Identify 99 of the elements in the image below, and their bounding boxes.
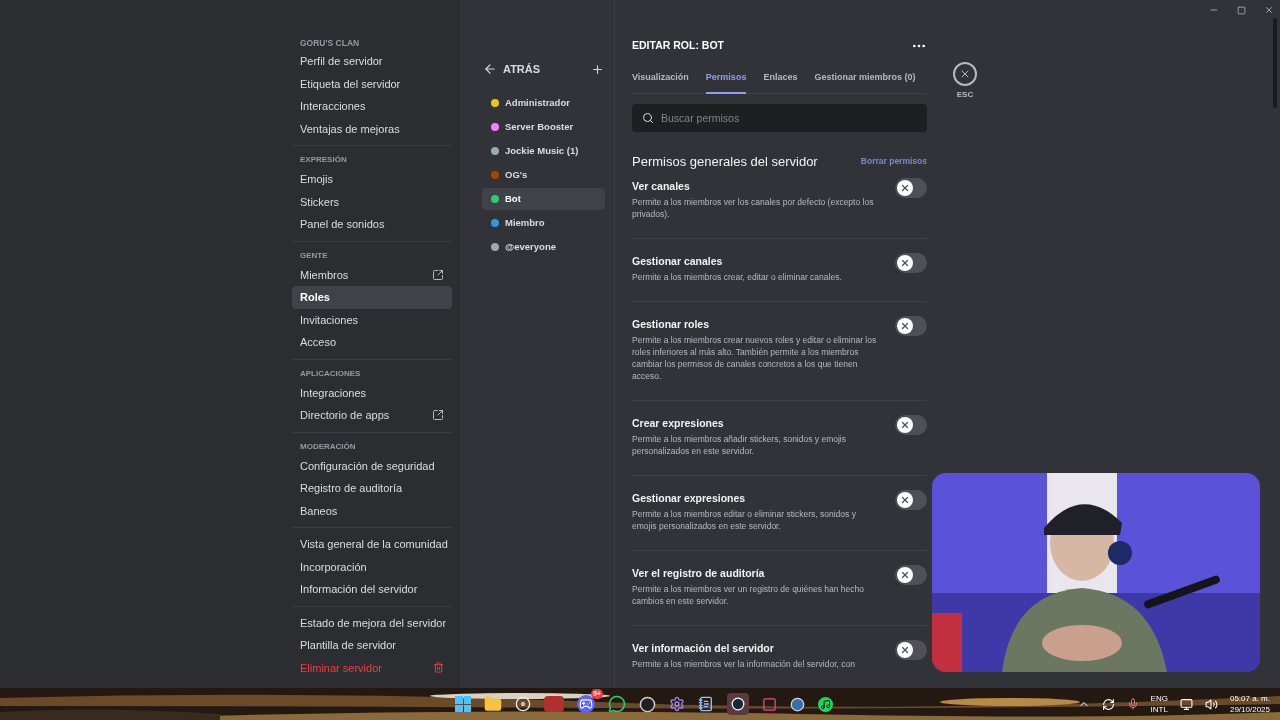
x-icon bbox=[900, 320, 910, 331]
permission-description: Permite a los miembros ver un registro de quiénes han hecho cambios en este servidor. bbox=[632, 582, 865, 607]
role-item[interactable]: Miembro bbox=[482, 212, 605, 234]
language-label[interactable]: ENG bbox=[1150, 693, 1168, 704]
sidebar-item[interactable]: Configuración de seguridad bbox=[292, 454, 452, 477]
permission-name: Gestionar roles bbox=[632, 316, 711, 332]
sidebar-item[interactable]: Etiqueta del servidor bbox=[292, 72, 452, 95]
permission-description: Permite a los miembros añadir stickers, sonidos y emojis personalizados en este servidor. bbox=[632, 432, 847, 457]
sidebar-item[interactable]: Perfil de servidor bbox=[292, 50, 452, 73]
search-field[interactable]: Buscar permisos bbox=[632, 104, 927, 132]
recorder-icon[interactable] bbox=[639, 695, 656, 713]
permission-description: Permite a los miembros ver la información del servidor, con bbox=[632, 657, 856, 670]
permission-description: Permite a los miembros crear nuevos roles y editar o eliminar los roles inferiores al más alto. También permite a los miembros cambiar los permisos de canales concretos a los que tienen acceso. bbox=[632, 333, 878, 382]
x-icon bbox=[900, 569, 910, 580]
external-link-icon bbox=[432, 268, 444, 281]
sidebar-item[interactable]: Plantilla de servidor bbox=[292, 634, 452, 657]
sidebar-item[interactable]: Panel de sonidos bbox=[292, 213, 452, 236]
x-icon bbox=[900, 419, 910, 430]
x-icon bbox=[900, 644, 910, 655]
display-icon[interactable] bbox=[1179, 697, 1193, 711]
sidebar-item[interactable]: Integraciones bbox=[292, 381, 452, 404]
permission-description: Permite a los miembros editar o eliminar stickers, sonidos y emojis personalizados en este servidor. bbox=[632, 507, 857, 532]
sidebar-item[interactable]: Stickers bbox=[292, 190, 452, 213]
maximize-icon[interactable] bbox=[1237, 5, 1246, 15]
sidebar-item[interactable]: Incorporación bbox=[292, 555, 452, 578]
role-item[interactable]: Bot bbox=[482, 188, 605, 210]
message-app-icon[interactable] bbox=[608, 695, 626, 713]
sync-icon[interactable] bbox=[1101, 697, 1115, 711]
permission-name: Ver información del servidor bbox=[632, 640, 775, 656]
editor-title: EDITAR ROL: BOT bbox=[632, 38, 724, 54]
language-label[interactable]: INTL bbox=[1150, 704, 1168, 715]
sidebar-item[interactable]: Ventajas de mejoras bbox=[292, 117, 452, 140]
x-icon bbox=[900, 182, 910, 193]
close-icon bbox=[959, 68, 971, 80]
permission-name: Ver el registro de auditoría bbox=[632, 565, 766, 581]
server-name: GORU'S CLAN bbox=[299, 37, 361, 50]
sidebar-item[interactable]: Información del servidor bbox=[292, 578, 452, 601]
permission-toggle[interactable] bbox=[895, 414, 927, 435]
game-launcher-icon[interactable] bbox=[727, 693, 749, 715]
permission-toggle[interactable] bbox=[895, 489, 927, 510]
role-item[interactable]: @everyone bbox=[482, 236, 605, 258]
trash-icon bbox=[433, 662, 444, 674]
section-heading: MODERACIÓN bbox=[299, 440, 357, 453]
section-heading: GENTE bbox=[299, 249, 329, 262]
permission-toggle[interactable] bbox=[895, 639, 927, 660]
browser-icon[interactable] bbox=[790, 696, 805, 712]
close-button[interactable] bbox=[953, 62, 977, 86]
permission-description: Permite a los miembros crear, editar o eliminar canales. bbox=[632, 270, 843, 283]
clock-time[interactable]: 05:07 a. m. bbox=[1229, 693, 1270, 704]
role-item[interactable]: Server Booster bbox=[482, 116, 605, 138]
section-heading: APLICACIONES bbox=[299, 367, 362, 380]
search-icon bbox=[642, 112, 654, 124]
back-button[interactable]: ATRÁS bbox=[483, 60, 541, 78]
sidebar-item[interactable]: Miembros bbox=[292, 263, 452, 286]
tab[interactable]: Visualización bbox=[632, 67, 689, 94]
permission-toggle[interactable] bbox=[895, 177, 927, 198]
tab[interactable]: Gestionar miembros (0) bbox=[814, 67, 916, 94]
permission-name: Ver canales bbox=[632, 178, 691, 194]
close-label: ESC bbox=[956, 89, 974, 101]
permission-description: Permite a los miembros ver los canales por defecto (excepto los privados). bbox=[632, 195, 875, 220]
sidebar-item[interactable]: Eliminar servidor bbox=[292, 656, 452, 679]
disc-icon[interactable] bbox=[515, 696, 531, 712]
sidebar-item[interactable]: Interacciones bbox=[292, 95, 452, 118]
app-icon[interactable] bbox=[762, 696, 777, 712]
permission-name: Gestionar expresiones bbox=[632, 490, 747, 506]
external-link-icon bbox=[432, 409, 444, 422]
permission-name: Crear expresiones bbox=[632, 415, 725, 431]
tab[interactable]: Permisos bbox=[705, 67, 747, 94]
section-title: Permisos generales del servidor bbox=[632, 153, 818, 171]
clock-date[interactable]: 29/10/2025 bbox=[1229, 704, 1270, 715]
permission-toggle[interactable] bbox=[895, 564, 927, 585]
x-icon bbox=[900, 494, 910, 505]
close-window-icon[interactable] bbox=[1264, 5, 1274, 15]
notepad-icon[interactable] bbox=[698, 696, 714, 712]
gear-icon[interactable] bbox=[669, 696, 685, 712]
role-item[interactable]: Jockie Music (1) bbox=[482, 140, 605, 162]
x-icon bbox=[900, 257, 910, 268]
permission-toggle[interactable] bbox=[895, 315, 927, 336]
sidebar-item[interactable]: Estado de mejora del servidor bbox=[292, 611, 452, 634]
sidebar-item[interactable]: Registro de auditoría bbox=[292, 477, 452, 500]
role-item[interactable]: Administrador bbox=[482, 92, 605, 114]
sidebar-item[interactable]: Emojis bbox=[292, 168, 452, 191]
sidebar-item[interactable]: Directorio de apps bbox=[292, 404, 452, 427]
add-role-icon[interactable] bbox=[591, 62, 604, 76]
role-item[interactable]: OG's bbox=[482, 164, 605, 186]
microphone-icon[interactable] bbox=[1126, 698, 1139, 710]
permission-name: Gestionar canales bbox=[632, 253, 724, 269]
sidebar-item[interactable]: Roles bbox=[292, 286, 452, 309]
folder-icon[interactable] bbox=[484, 695, 502, 713]
permission-toggle[interactable] bbox=[895, 252, 927, 273]
sidebar-item[interactable]: Baneos bbox=[292, 499, 452, 522]
clear-permissions-link[interactable]: Borrar permisos bbox=[860, 154, 927, 168]
volume-icon[interactable] bbox=[1204, 697, 1218, 711]
sidebar-item[interactable]: Acceso bbox=[292, 331, 452, 354]
sidebar-item[interactable]: Invitaciones bbox=[292, 308, 452, 331]
section-heading: EXPRESIÓN bbox=[299, 154, 348, 166]
tab[interactable]: Enlaces bbox=[763, 67, 798, 94]
sidebar-item[interactable]: Vista general de la comunidad bbox=[292, 533, 452, 556]
start-icon[interactable] bbox=[455, 696, 471, 712]
